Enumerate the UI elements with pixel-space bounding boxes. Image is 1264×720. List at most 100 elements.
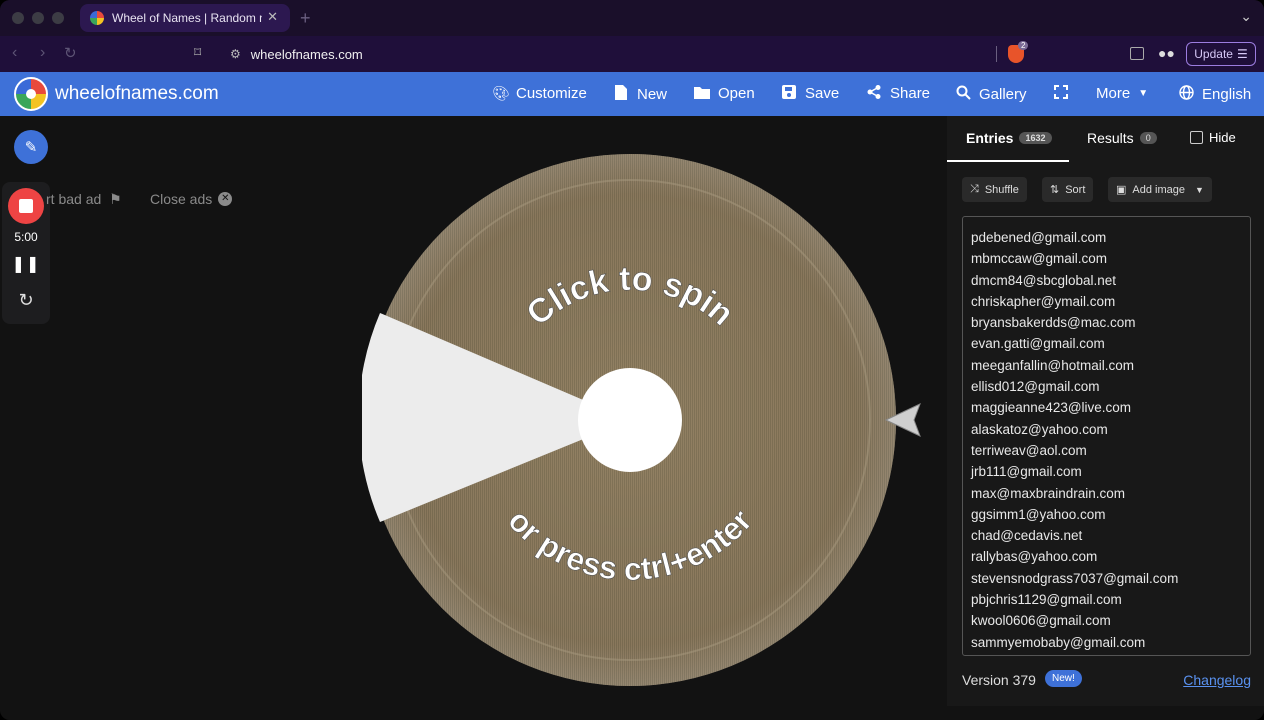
new-badge[interactable]: New! <box>1045 670 1082 687</box>
entry-line: kwool0606@gmail.com <box>971 613 1111 629</box>
file-icon <box>613 85 629 103</box>
caret-down-icon: ▼ <box>1138 88 1149 99</box>
share-label: Share <box>890 85 931 102</box>
close-ads-label: Close ads <box>150 191 213 207</box>
palette-icon: 🎨︎ <box>492 85 510 101</box>
close-tab-icon[interactable]: ✕ <box>267 9 278 25</box>
fullscreen-icon <box>1053 85 1069 102</box>
recording-time: 5:00 <box>14 230 38 244</box>
entry-line: alaskatoz@yahoo.com <box>971 421 1108 437</box>
gallery-label: Gallery <box>979 85 1027 103</box>
site-settings-icon[interactable]: ⚙ <box>230 47 241 61</box>
entry-line: maggieanne423@live.com <box>971 400 1132 416</box>
stop-recording-button[interactable] <box>8 188 44 224</box>
entry-line: pdebened@gmail.com <box>971 230 1107 245</box>
new-tab-button[interactable]: + <box>300 8 311 29</box>
private-glasses-icon[interactable]: ●● <box>1158 45 1175 61</box>
address-bar: ‹ › ↻ ⌑ ⚙ wheelofnames.com 2 ●● Update ☰ <box>0 36 1264 72</box>
hide-checkbox[interactable]: Hide <box>1190 130 1236 145</box>
tab-strip: Wheel of Names | Random na ✕ + ⌄ <box>0 0 1264 36</box>
hide-label: Hide <box>1209 130 1236 145</box>
save-button[interactable]: Save <box>781 85 839 102</box>
results-count-badge: 0 <box>1139 132 1157 144</box>
entry-line: chriskapher@ymail.com <box>971 293 1116 309</box>
restart-icon[interactable]: ↻ <box>2 290 50 311</box>
close-ads-link[interactable]: Close ads ✕ <box>150 191 233 207</box>
spin-wheel[interactable]: Click to spin or press ctrl+enter <box>362 152 898 688</box>
browser-tab[interactable]: Wheel of Names | Random na ✕ <box>80 4 290 32</box>
update-button[interactable]: Update ☰ <box>1186 42 1256 66</box>
entry-line: mbmccaw@gmail.com <box>971 251 1107 267</box>
new-button[interactable]: New <box>613 85 667 103</box>
language-label: English <box>1202 85 1252 103</box>
globe-icon <box>1178 85 1194 103</box>
entry-line: evan.gatti@gmail.com <box>971 336 1105 352</box>
wheel-pointer-icon <box>884 403 921 437</box>
add-image-label: Add image <box>1132 183 1185 196</box>
brand-name[interactable]: wheelofnames.com <box>55 83 219 105</box>
caret-down-icon: ▼ <box>1195 184 1204 195</box>
share-icon <box>866 85 882 102</box>
sort-button[interactable]: ⇅ Sort <box>1042 177 1094 202</box>
entry-line: ellisd012@gmail.com <box>971 379 1100 395</box>
app-header: wheelofnames.com 🎨︎ Customize New Open S… <box>0 72 1264 116</box>
report-ad-link[interactable]: rt bad ad ⚑ <box>46 191 122 208</box>
entry-line: bryansbakerdds@mac.com <box>971 315 1136 331</box>
search-icon <box>955 85 971 103</box>
active-tab-indicator <box>947 160 1069 162</box>
fullscreen-button[interactable] <box>1053 85 1069 102</box>
minimize-window-button[interactable] <box>32 12 44 24</box>
pencil-icon: ✎ <box>24 139 38 156</box>
forward-icon[interactable]: › <box>40 44 45 62</box>
back-icon[interactable]: ‹ <box>12 44 17 62</box>
sidebar-toggle-icon[interactable] <box>1130 47 1144 60</box>
reload-icon[interactable]: ↻ <box>64 44 77 62</box>
more-label: More <box>1096 85 1131 102</box>
checkbox-icon <box>1190 131 1203 144</box>
tab-list-chevron-icon[interactable]: ⌄ <box>1240 8 1252 25</box>
shuffle-button[interactable]: ⤨ Shuffle <box>962 177 1027 202</box>
gallery-button[interactable]: Gallery <box>955 85 1027 103</box>
close-circle-icon: ✕ <box>218 192 233 206</box>
divider <box>996 46 997 62</box>
entry-line: jrb111@gmail.com <box>971 464 1082 480</box>
language-button[interactable]: English <box>1178 85 1251 103</box>
tab-entries[interactable]: Entries 1632 <box>966 130 1052 146</box>
results-tab-label: Results <box>1087 130 1134 146</box>
share-button[interactable]: Share <box>866 85 930 102</box>
bookmark-icon[interactable]: ⌑ <box>194 44 201 61</box>
url-text: wheelofnames.com <box>250 46 363 62</box>
changelog-link[interactable]: Changelog <box>1183 672 1251 688</box>
pause-button[interactable]: ❚❚ <box>2 254 50 274</box>
close-window-button[interactable] <box>12 12 24 24</box>
customize-label: Customize <box>516 85 587 102</box>
more-button[interactable]: More ▼ <box>1096 85 1148 102</box>
entries-textarea[interactable]: pdebened@gmail.com mbmccaw@gmail.com dmcm8… <box>962 216 1251 656</box>
wheel-center[interactable] <box>578 368 682 472</box>
tab-results[interactable]: Results 0 <box>1087 130 1157 146</box>
hamburger-icon: ☰ <box>1236 47 1248 61</box>
sort-label: Sort <box>1065 183 1086 196</box>
customize-button[interactable]: 🎨︎ Customize <box>492 85 587 102</box>
save-icon <box>781 85 797 102</box>
entries-panel: Entries 1632 Results 0 Hide ⤨ Shuffle ⇅ … <box>947 116 1264 706</box>
screen-recorder-panel: 5:00 ❚❚ ↻ <box>2 182 50 324</box>
zoom-window-button[interactable] <box>52 12 64 24</box>
browser-window: Wheel of Names | Random na ✕ + ⌄ ‹ › ↻ ⌑… <box>0 0 1264 720</box>
version-label: Version 379 <box>962 672 1036 688</box>
entry-line: dmcm84@sbcglobal.net <box>971 272 1117 288</box>
entry-line: stevensnodgrass7037@gmail.com <box>971 570 1179 586</box>
add-image-button[interactable]: ▣ Add image ▼ <box>1108 177 1212 202</box>
favicon-icon <box>90 11 104 25</box>
url-field[interactable]: ⚙ wheelofnames.com <box>222 41 1042 67</box>
entry-line: ggsimm1@yahoo.com <box>971 506 1106 522</box>
panel-tabs: Entries 1632 Results 0 Hide <box>947 130 1264 162</box>
edit-button[interactable]: ✎ <box>14 130 48 164</box>
entry-line: max@maxbraindrain.com <box>971 485 1126 501</box>
flag-icon: ⚑ <box>109 191 122 207</box>
wheel-logo-icon[interactable] <box>14 77 48 111</box>
stop-icon <box>19 199 33 213</box>
open-label: Open <box>718 85 755 102</box>
open-button[interactable]: Open <box>694 85 755 102</box>
tab-title: Wheel of Names | Random na <box>112 11 262 25</box>
